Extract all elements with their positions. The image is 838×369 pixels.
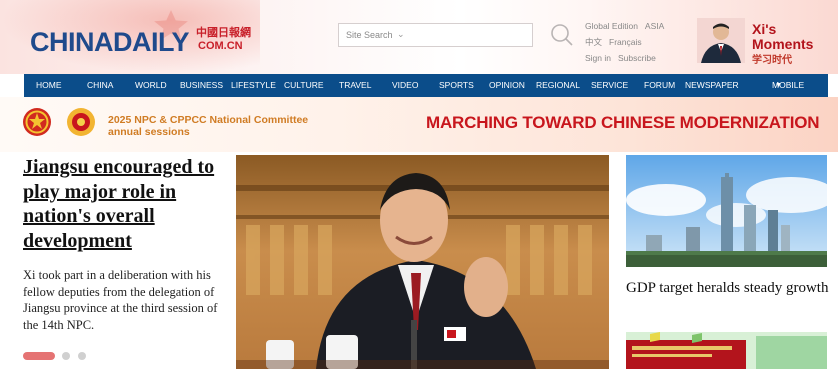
nav-item-lifestyle[interactable]: LIFESTYLE (231, 74, 276, 97)
search-placeholder: Site Search (346, 30, 393, 40)
logo-domain: COM.CN (198, 40, 243, 52)
language-chinese-link[interactable]: 中文 (585, 37, 602, 47)
xi-portrait-image[interactable] (697, 18, 745, 63)
nav-item-business[interactable]: BUSINESS (180, 74, 223, 97)
nav-item-travel[interactable]: TRAVEL (339, 74, 371, 97)
nav-item-home[interactable]: HOME (36, 74, 62, 97)
featured-summary: Xi took part in a deliberation with his … (23, 268, 218, 332)
language-french-link[interactable]: Français (609, 37, 642, 47)
national-emblem-icon (23, 108, 51, 136)
xis-moments-title-line1[interactable]: Xi's (752, 22, 776, 36)
nav-item-opinion[interactable]: OPINION (489, 74, 525, 97)
nav-item-service[interactable]: SERVICE (591, 74, 628, 97)
banner-slogan: MARCHING TOWARD CHINESE MODERNIZATION (426, 113, 820, 132)
nav-item-mobile[interactable]: MOBILE (772, 74, 804, 97)
carousel-dot-active[interactable] (23, 352, 55, 360)
featured-photo[interactable] (236, 155, 609, 369)
npc-sessions-line1: 2025 NPC & CPPCC National Committee (108, 114, 309, 126)
logo-chinese-name: 中國日報網 (196, 27, 251, 39)
featured-headline-link[interactable]: Jiangsu encouraged to play major role in… (23, 155, 233, 253)
npc-sessions-line2: annual sessions (108, 126, 190, 138)
xis-moments-title-line2[interactable]: Moments (752, 36, 813, 52)
nav-item-newspaper[interactable]: NEWSPAPER (685, 74, 739, 97)
edition-links: Global Edition ASIA 中文 Français Sign in Sub… (585, 18, 671, 66)
nav-item-sports[interactable]: SPORTS (439, 74, 474, 97)
cppcc-emblem-icon (67, 108, 95, 136)
gdp-story-headline[interactable]: GDP target heralds steady growth (626, 278, 831, 298)
gdp-story-photo[interactable] (626, 155, 827, 267)
nav-item-forum[interactable]: FORUM (644, 74, 675, 97)
nav-item-china[interactable]: CHINA (87, 74, 113, 97)
carousel-dot[interactable] (62, 352, 70, 360)
nav-item-video[interactable]: VIDEO (392, 74, 418, 97)
search-scope-dropdown[interactable]: ⌄ (397, 29, 405, 40)
xis-moments-chinese[interactable]: 学习时代 (752, 51, 792, 66)
nav-item-regional[interactable]: REGIONAL (536, 74, 580, 97)
edition-asia-link[interactable]: ASIA (645, 21, 664, 31)
npc-sessions-label[interactable]: 2025 NPC & CPPCC National Committee annu… (108, 114, 308, 138)
main-nav: HOME CHINA WORLD BUSINESS LIFESTYLE CULT… (24, 74, 828, 97)
site-search-input[interactable]: Site Search ⌄ (338, 23, 533, 47)
npc-sessions-banner[interactable]: 2025 NPC & CPPCC National Committee annu… (0, 97, 838, 152)
nav-item-world[interactable]: WORLD (135, 74, 167, 97)
edition-global-link[interactable]: Global Edition (585, 21, 638, 31)
china-daily-logo[interactable]: CHINADAILY 中國日報網 COM.CN (30, 27, 251, 57)
site-header: CHINADAILY 中國日報網 COM.CN Site Search ⌄ Gl… (0, 0, 838, 74)
sign-in-link[interactable]: Sign in (585, 53, 611, 63)
secondary-story-photo[interactable] (626, 332, 827, 369)
logo-wordmark: CHINADAILY (30, 27, 190, 57)
search-icon[interactable] (550, 23, 574, 47)
nav-item-culture[interactable]: CULTURE (284, 74, 324, 97)
carousel-dot[interactable] (78, 352, 86, 360)
subscribe-link[interactable]: Subscribe (618, 53, 656, 63)
